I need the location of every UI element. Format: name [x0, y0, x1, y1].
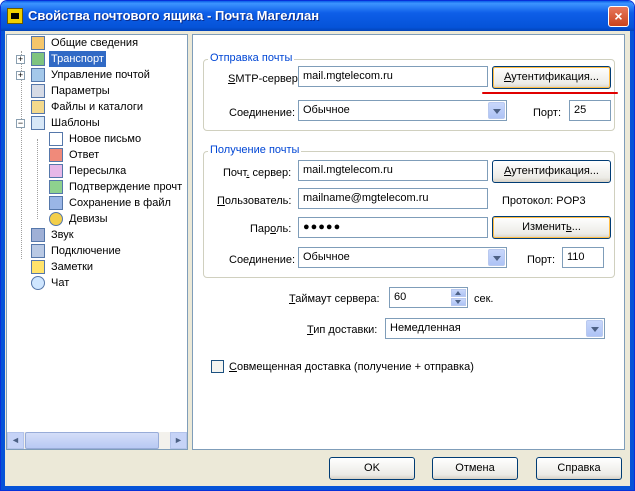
receive-port-label: Порт: [527, 254, 555, 266]
smtp-server-input[interactable]: mail.mgtelecom.ru [298, 66, 488, 87]
close-button[interactable]: × [608, 6, 629, 27]
settings-icon [31, 84, 45, 98]
transport-icon [31, 52, 45, 66]
tree-line [21, 51, 22, 259]
settings-panel: Отправка почты SMTP-сервер: mail.mgtelec… [192, 34, 625, 450]
title-bar[interactable]: Свойства почтового ящика - Почта Магелла… [1, 1, 634, 31]
password-label: Пароль: [250, 223, 292, 235]
collapse-toggle-templates[interactable]: − [16, 119, 25, 128]
timeout-spinner[interactable]: 60 [389, 287, 468, 308]
smtp-server-label: SMTP-сервер: [228, 73, 301, 85]
expand-toggle-transport[interactable]: + [16, 55, 25, 64]
templates-icon [31, 116, 45, 130]
send-port-label: Порт: [533, 107, 561, 119]
tree-horizontal-scrollbar[interactable]: ◄ ► [7, 432, 187, 449]
reply-icon [49, 148, 63, 162]
pop-server-label: Почт. сервер: [223, 167, 292, 179]
tree-line [37, 139, 38, 219]
pop-auth-button[interactable]: Аутентификация... [492, 160, 611, 183]
receive-mail-group-title: Получение почты [208, 144, 302, 156]
window-frame-left [1, 31, 5, 490]
folder-icon [31, 100, 45, 114]
scroll-thumb[interactable] [25, 432, 159, 449]
mottos-icon [49, 212, 63, 226]
dialog-window: Свойства почтового ящика - Почта Магелла… [0, 0, 635, 491]
timeout-unit: сек. [474, 293, 494, 305]
smtp-auth-button[interactable]: Аутентификация... [492, 66, 611, 89]
delivery-type-select[interactable]: Немедленная [385, 318, 605, 339]
info-icon [31, 36, 45, 50]
chevron-down-icon[interactable] [488, 102, 505, 119]
send-connection-value: Обычное [303, 104, 350, 116]
window-frame-bottom [1, 486, 634, 490]
forward-icon [49, 164, 63, 178]
chat-icon [31, 276, 45, 290]
mail-manage-icon [31, 68, 45, 82]
sound-icon [31, 228, 45, 242]
combined-delivery-label[interactable]: Совмещенная доставка (получение + отправ… [229, 361, 474, 373]
scroll-right-button[interactable]: ► [170, 432, 187, 449]
username-input[interactable]: mailname@mgtelecom.ru [298, 188, 488, 209]
receive-connection-select[interactable]: Обычное [298, 247, 507, 268]
send-connection-label: Соединение: [229, 107, 296, 119]
chevron-down-icon[interactable] [488, 249, 505, 266]
delivery-type-value: Немедленная [390, 322, 461, 334]
app-icon [7, 8, 23, 24]
window-frame-right [630, 31, 634, 490]
highlight-underline [482, 92, 618, 94]
send-port-input[interactable]: 25 [569, 100, 611, 121]
send-mail-group-title: Отправка почты [208, 52, 295, 64]
delivery-type-label: Тип доставки: [307, 324, 378, 336]
send-connection-select[interactable]: Обычное [298, 100, 507, 121]
change-password-button[interactable]: Изменить... [492, 216, 611, 239]
new-letter-icon [49, 132, 63, 146]
save-file-icon [49, 196, 63, 210]
receive-connection-value: Обычное [303, 251, 350, 263]
ok-button[interactable]: OK [329, 457, 415, 480]
cancel-button[interactable]: Отмена [432, 457, 518, 480]
read-receipt-icon [49, 180, 63, 194]
protocol-label: Протокол: POP3 [502, 195, 586, 207]
receive-port-input[interactable]: 110 [562, 247, 604, 268]
connection-icon [31, 244, 45, 258]
notes-icon [31, 260, 45, 274]
receive-connection-label: Соединение: [229, 254, 296, 266]
settings-tree[interactable]: Общие сведения + Транспорт + Управление … [6, 34, 188, 450]
scroll-left-button[interactable]: ◄ [7, 432, 24, 449]
spin-down-icon[interactable] [451, 298, 466, 306]
protocol-value: POP3 [556, 195, 586, 207]
pop-server-input[interactable]: mail.mgtelecom.ru [298, 160, 488, 181]
timeout-label: Таймаут сервера: [289, 293, 380, 305]
help-button[interactable]: Справка [536, 457, 622, 480]
timeout-value: 60 [394, 291, 407, 303]
chevron-down-icon[interactable] [586, 320, 603, 337]
combined-delivery-checkbox[interactable] [211, 360, 224, 373]
username-label: Пользователь: [217, 195, 292, 207]
expand-toggle-mail-manage[interactable]: + [16, 71, 25, 80]
password-input[interactable]: ●●●●● [298, 217, 488, 238]
window-title: Свойства почтового ящика - Почта Магелла… [28, 8, 320, 23]
spin-up-icon[interactable] [451, 289, 466, 297]
